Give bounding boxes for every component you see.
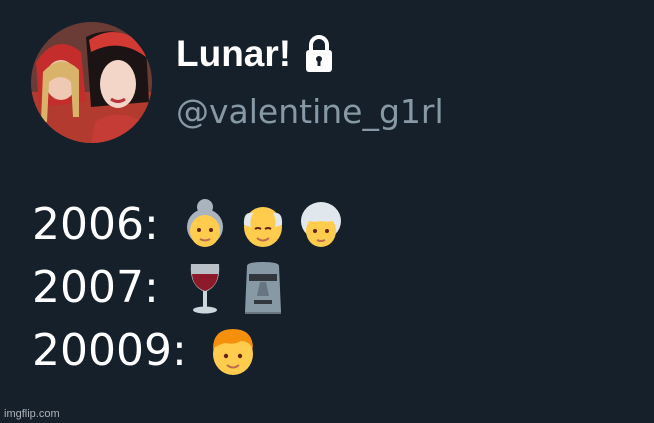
older-man-emoji — [235, 197, 291, 253]
moai-emoji — [235, 260, 291, 316]
year-label: 2007: — [32, 261, 159, 313]
tweet-text: 2006: 2007: 20009: — [32, 193, 351, 382]
tweet-line-2007: 2007: — [32, 256, 351, 319]
year-label: 2006: — [32, 198, 159, 250]
profile-name-row: Lunar! — [176, 32, 335, 76]
display-name[interactable]: Lunar! — [176, 32, 291, 76]
boy-emoji — [205, 323, 261, 379]
older-person-emoji — [293, 197, 349, 253]
wine-glass-emoji — [177, 260, 233, 316]
tweet-line-20009: 20009: — [32, 319, 351, 382]
lock-icon — [303, 34, 335, 74]
avatar[interactable] — [31, 22, 152, 143]
year-label: 20009: — [32, 324, 187, 376]
username-handle[interactable]: @valentine_g1rl — [176, 90, 444, 134]
older-woman-emoji — [177, 197, 233, 253]
avatar-photo — [31, 22, 152, 143]
watermark: imgflip.com — [4, 408, 60, 420]
tweet-line-2006: 2006: — [32, 193, 351, 256]
